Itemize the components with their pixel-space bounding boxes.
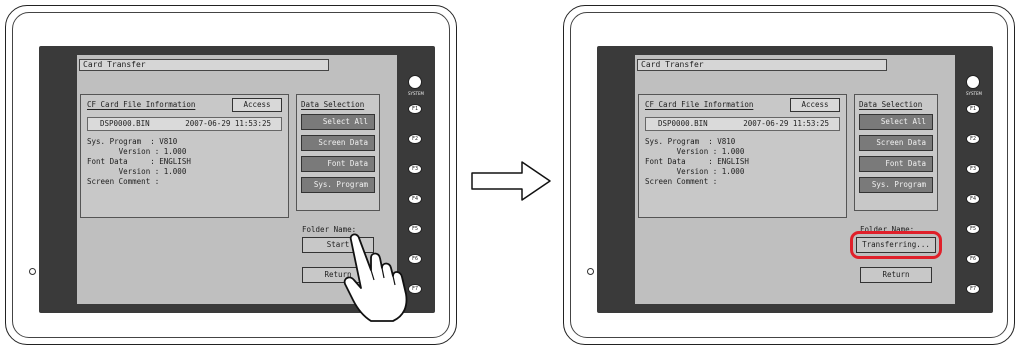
power-led [29,268,36,275]
file-date: 2007-06-29 11:53:25 [185,119,271,128]
sys-version-line: Version : 1.000 [87,147,187,156]
f2-key[interactable]: F2 [966,134,980,144]
function-key-column: SYSTEM F1 F2 F3 F4 F5 F6 F7 [956,46,993,313]
font-version-line: Version : 1.000 [87,167,187,176]
sys-program-button[interactable]: Sys. Program [859,177,933,193]
font-data-button[interactable]: Font Data [301,156,375,172]
f3-key[interactable]: F3 [408,164,422,174]
info-panel-title: CF Card File Information [645,100,754,109]
screen-comment-line: Screen Comment : [645,177,718,186]
f1-key[interactable]: F1 [408,104,422,114]
system-key[interactable] [966,75,980,89]
sys-program-button[interactable]: Sys. Program [301,177,375,193]
file-name: DSP0000.BIN [658,119,708,128]
info-panel-title: CF Card File Information [87,100,196,109]
return-button[interactable]: Return [860,267,932,283]
font-version-line: Version : 1.000 [645,167,745,176]
device-right: Card Transfer CF Card File Information A… [563,5,1015,345]
select-all-button[interactable]: Select All [859,114,933,130]
screen-data-button[interactable]: Screen Data [859,135,933,151]
sys-program-line: Sys. Program : V810 [645,137,736,146]
f3-key[interactable]: F3 [966,164,980,174]
f4-key[interactable]: F4 [966,194,980,204]
window-title: Card Transfer [637,59,887,71]
system-key[interactable] [408,75,422,89]
cf-card-info-panel: CF Card File Information Access DSP0000.… [80,94,289,218]
file-info-box: DSP0000.BIN 2007-06-29 11:53:25 [87,117,282,131]
power-led [587,268,594,275]
window-title: Card Transfer [79,59,329,71]
screen-bezel: Card Transfer CF Card File Information A… [597,46,993,313]
screen-comment-line: Screen Comment : [87,177,160,186]
file-name: DSP0000.BIN [100,119,150,128]
data-selection-panel: Data Selection Select All Screen Data Fo… [854,94,938,211]
file-info-box: DSP0000.BIN 2007-06-29 11:53:25 [645,117,840,131]
lcd-screen: Card Transfer CF Card File Information A… [635,55,955,304]
system-key-label: SYSTEM [408,91,424,96]
system-key-label: SYSTEM [966,91,982,96]
f7-key[interactable]: F7 [966,284,980,294]
file-date: 2007-06-29 11:53:25 [743,119,829,128]
f1-key[interactable]: F1 [966,104,980,114]
highlight-ring [850,231,942,259]
data-selection-panel: Data Selection Select All Screen Data Fo… [296,94,380,211]
access-button[interactable]: Access [232,98,282,112]
screen-data-button[interactable]: Screen Data [301,135,375,151]
sys-program-line: Sys. Program : V810 [87,137,178,146]
font-data-button[interactable]: Font Data [859,156,933,172]
data-selection-title: Data Selection [301,100,365,109]
right-arrow-icon [471,161,551,201]
sys-version-line: Version : 1.000 [645,147,745,156]
font-data-line: Font Data : ENGLISH [87,157,191,166]
f6-key[interactable]: F6 [966,254,980,264]
pointing-hand-icon [343,233,408,322]
f2-key[interactable]: F2 [408,134,422,144]
select-all-button[interactable]: Select All [301,114,375,130]
f4-key[interactable]: F4 [408,194,422,204]
access-button[interactable]: Access [790,98,840,112]
data-selection-title: Data Selection [859,100,923,109]
font-data-line: Font Data : ENGLISH [645,157,749,166]
device-left: Card Transfer CF Card File Information A… [5,5,457,345]
f5-key[interactable]: F5 [966,224,980,234]
cf-card-info-panel: CF Card File Information Access DSP0000.… [638,94,847,218]
